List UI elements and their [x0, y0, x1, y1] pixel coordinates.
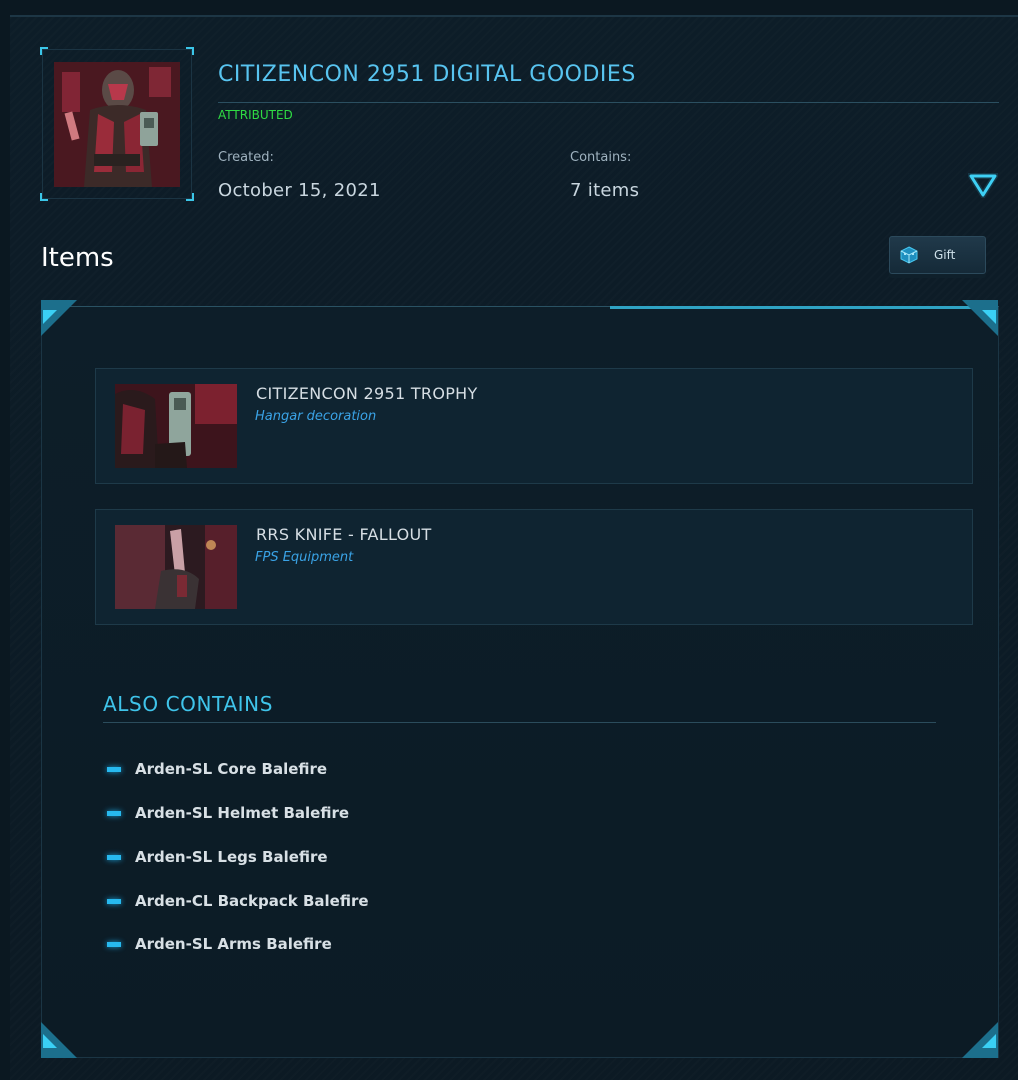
- panel-corner-bl: [41, 1022, 77, 1058]
- panel-corner-br: [962, 1022, 998, 1058]
- pledge-image: [54, 62, 180, 187]
- item-card[interactable]: CITIZENCON 2951 TROPHY Hangar decoration: [95, 368, 973, 484]
- list-item: Arden-CL Backpack Balefire: [107, 892, 369, 910]
- item-name: RRS KNIFE - FALLOUT: [256, 525, 432, 544]
- also-contains-divider: [103, 722, 936, 723]
- pledge-title: CITIZENCON 2951 DIGITAL GOODIES: [218, 62, 636, 87]
- created-label: Created:: [218, 150, 274, 165]
- list-item: Arden-SL Arms Balefire: [107, 935, 332, 953]
- list-item-label: Arden-SL Legs Balefire: [135, 848, 328, 866]
- pledge-thumbnail: [40, 47, 194, 201]
- item-image: [115, 384, 237, 468]
- list-item: Arden-SL Legs Balefire: [107, 848, 328, 866]
- list-item-label: Arden-SL Core Balefire: [135, 760, 328, 778]
- items-heading: Items: [41, 243, 114, 273]
- title-divider: [218, 102, 999, 103]
- item-type: Hangar decoration: [255, 409, 377, 424]
- chevron-down-icon: [965, 173, 1001, 201]
- also-contains-heading: ALSO CONTAINS: [103, 692, 273, 716]
- contains-value: 7 items: [570, 180, 640, 201]
- item-card[interactable]: RRS KNIFE - FALLOUT FPS Equipment: [95, 509, 973, 625]
- item-type: FPS Equipment: [255, 550, 354, 565]
- gift-button[interactable]: Gift: [889, 236, 986, 274]
- list-item-label: Arden-SL Helmet Balefire: [135, 804, 350, 822]
- gift-button-label: Gift: [934, 248, 956, 262]
- contains-label: Contains:: [570, 150, 632, 165]
- item-image: [115, 525, 237, 609]
- item-name: CITIZENCON 2951 TROPHY: [256, 384, 478, 403]
- status-badge: ATTRIBUTED: [218, 108, 293, 122]
- list-item-label: Arden-CL Backpack Balefire: [135, 892, 369, 910]
- panel-corner-tr: [962, 300, 998, 336]
- bullet-icon: [107, 941, 121, 947]
- bullet-icon: [107, 854, 121, 860]
- bullet-icon: [107, 766, 121, 772]
- expand-button[interactable]: [965, 172, 1001, 201]
- panel-accent-bar: [610, 306, 995, 309]
- list-item: Arden-SL Core Balefire: [107, 760, 327, 778]
- list-item: Arden-SL Helmet Balefire: [107, 804, 349, 822]
- gift-box-icon: [900, 246, 918, 264]
- bullet-icon: [107, 898, 121, 904]
- bullet-icon: [107, 810, 121, 816]
- panel-corner-tl: [41, 300, 77, 336]
- list-item-label: Arden-SL Arms Balefire: [135, 935, 332, 953]
- created-value: October 15, 2021: [218, 180, 381, 201]
